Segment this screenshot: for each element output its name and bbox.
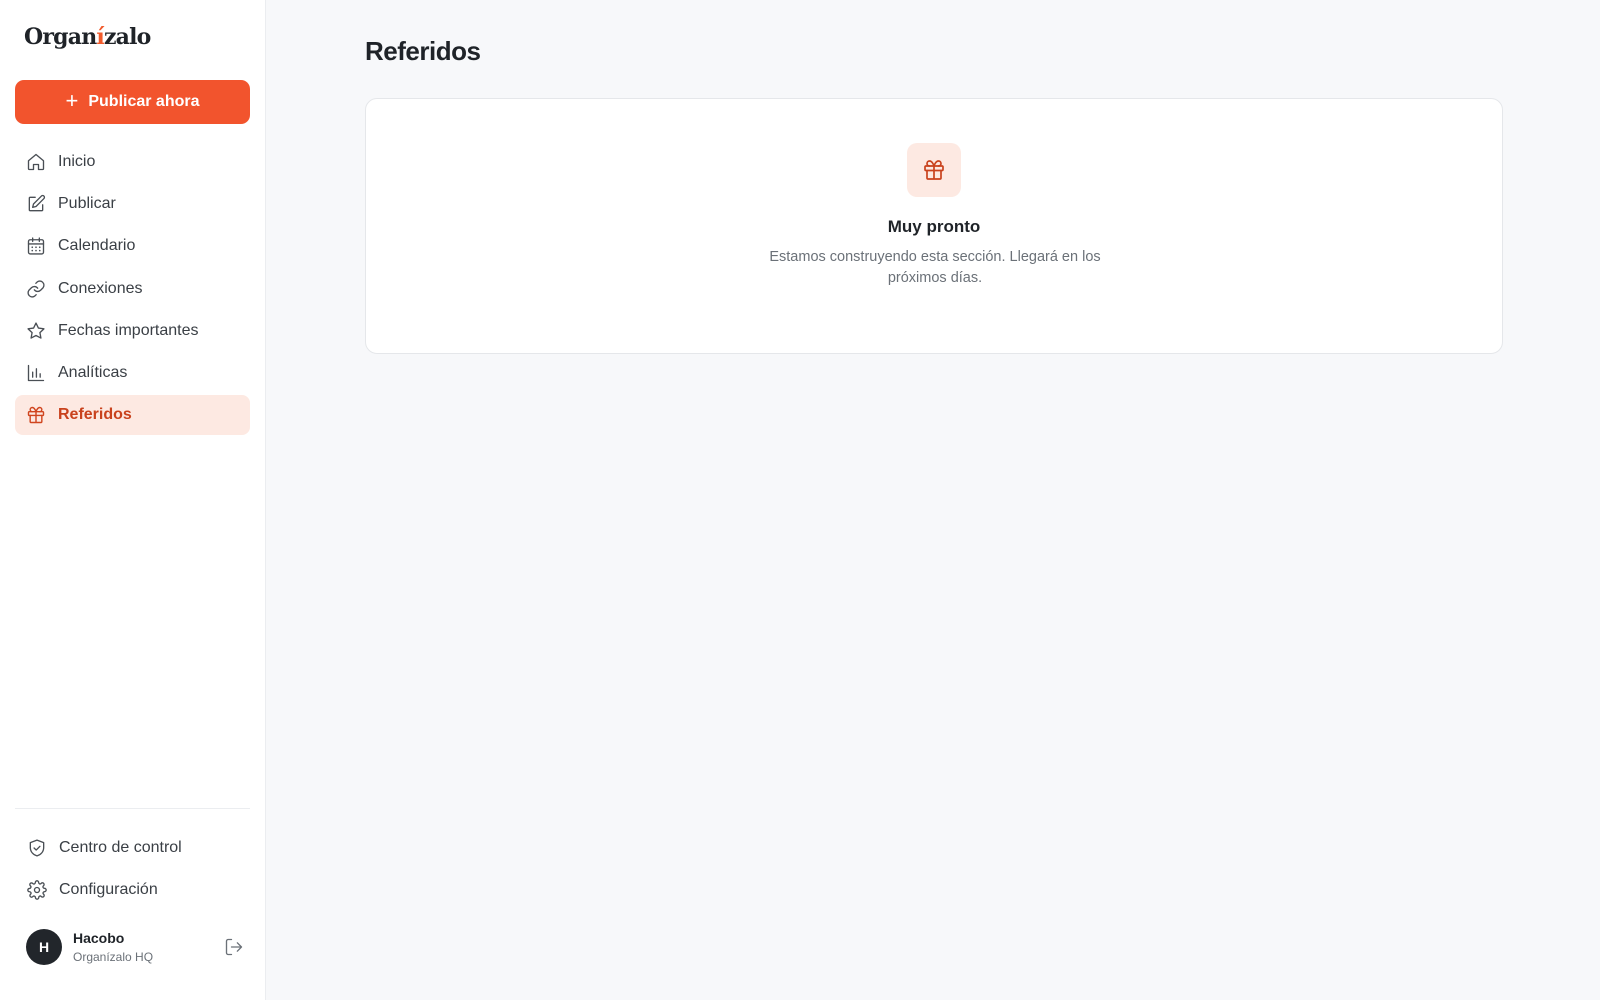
sidebar-item-label: Fechas importantes — [58, 321, 199, 339]
empty-state-card: Muy pronto Estamos construyendo esta sec… — [365, 98, 1503, 354]
calendar-icon — [26, 236, 46, 256]
sidebar: Organízalo + Publicar ahora Inicio Publi… — [0, 0, 266, 1000]
avatar: H — [26, 929, 62, 965]
logout-icon[interactable] — [224, 937, 244, 957]
sidebar-item-fechas-importantes[interactable]: Fechas importantes — [15, 311, 250, 351]
sidebar-item-label: Configuración — [59, 881, 158, 898]
user-org: Organízalo HQ — [73, 950, 154, 964]
plus-icon: + — [65, 88, 79, 113]
star-icon — [26, 321, 46, 341]
sidebar-item-label: Analíticas — [58, 363, 128, 381]
brand-logo[interactable]: Organízalo — [24, 24, 151, 50]
empty-state-text: Estamos construyendo esta sección. Llega… — [769, 249, 1101, 286]
sidebar-item-label: Conexiones — [58, 279, 143, 297]
bar-chart-icon — [26, 363, 46, 383]
sidebar-item-calendario[interactable]: Calendario — [15, 226, 250, 266]
sidebar-item-referidos[interactable]: Referidos — [15, 395, 250, 436]
main-nav: Inicio Publicar Calendario Conexiones Fe… — [15, 142, 250, 437]
sidebar-item-label: Publicar — [58, 195, 116, 213]
publish-now-label: Publicar ahora — [88, 93, 200, 110]
sidebar-item-conexiones[interactable]: Conexiones — [15, 269, 250, 309]
sidebar-item-inicio[interactable]: Inicio — [15, 142, 250, 182]
user-info: Hacobo Organízalo HQ — [73, 930, 153, 964]
sidebar-item-configuracion[interactable]: Configuración — [16, 870, 251, 910]
gift-icon — [26, 405, 46, 425]
sidebar-item-label: Inicio — [58, 153, 96, 170]
sidebar-item-label: Calendario — [58, 237, 136, 255]
page-title: Referidos — [365, 36, 481, 66]
gift-icon — [907, 143, 961, 197]
sidebar-item-analiticas[interactable]: Analíticas — [15, 353, 250, 393]
user-profile[interactable]: H Hacobo Organízalo HQ — [26, 928, 244, 966]
gear-icon — [27, 880, 47, 900]
sidebar-item-publicar[interactable]: Publicar — [15, 184, 250, 224]
empty-state-title: Muy pronto — [887, 217, 981, 236]
home-icon — [26, 152, 46, 172]
user-name: Hacobo — [73, 930, 125, 946]
edit-icon — [26, 194, 46, 214]
sidebar-divider — [15, 808, 250, 809]
sidebar-item-label: Referidos — [58, 406, 132, 424]
shield-check-icon — [27, 838, 47, 858]
sidebar-item-centro-de-control[interactable]: Centro de control — [16, 828, 251, 868]
link-icon — [26, 279, 46, 299]
publish-now-button[interactable]: + Publicar ahora — [15, 80, 250, 124]
sidebar-item-label: Centro de control — [59, 839, 182, 856]
bottom-nav: Centro de control Configuración — [16, 828, 251, 912]
